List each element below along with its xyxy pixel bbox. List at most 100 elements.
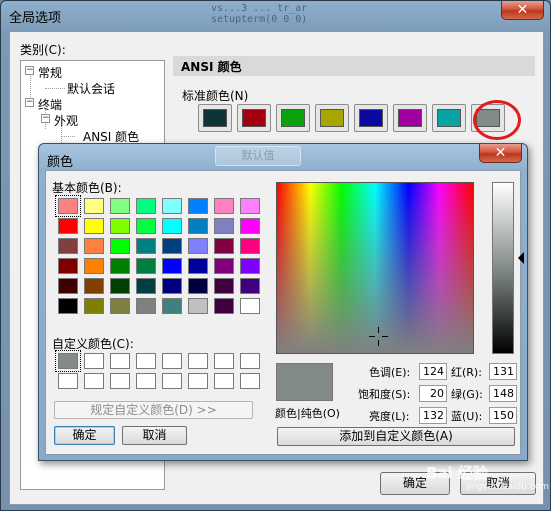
standard-color-swatch-2[interactable] <box>237 104 271 132</box>
custom-color-cell[interactable] <box>188 353 208 369</box>
basic-color-cell[interactable] <box>136 278 156 294</box>
dialog-cancel-button[interactable]: 取消 <box>122 426 187 445</box>
basic-color-cell[interactable] <box>110 258 130 274</box>
basic-color-cell[interactable] <box>188 298 208 314</box>
basic-color-cell[interactable] <box>240 298 260 314</box>
basic-color-cell[interactable] <box>188 218 208 234</box>
standard-color-swatch-5[interactable] <box>354 104 388 132</box>
swatch-fill <box>203 109 227 127</box>
custom-color-cell[interactable] <box>110 353 130 369</box>
basic-color-cell[interactable] <box>136 218 156 234</box>
green-input[interactable]: 148 <box>489 385 517 402</box>
define-custom-colors-button[interactable]: 规定自定义颜色(D) >> <box>54 401 253 419</box>
add-to-custom-colors-button[interactable]: 添加到自定义颜色(A) <box>277 427 515 446</box>
swatch-fill <box>359 109 383 127</box>
basic-color-cell[interactable] <box>55 195 81 217</box>
dialog-close-button[interactable]: ✕ <box>479 144 522 163</box>
custom-color-cell[interactable] <box>240 373 260 389</box>
custom-color-cell[interactable] <box>240 353 260 369</box>
hue-label: 色调(E): <box>369 366 411 379</box>
custom-color-cell[interactable] <box>188 373 208 389</box>
basic-color-cell[interactable] <box>84 298 104 314</box>
custom-color-cell[interactable] <box>162 353 182 369</box>
basic-color-cell[interactable] <box>214 218 234 234</box>
luminance-slider[interactable] <box>492 182 514 354</box>
standard-color-swatch-7[interactable] <box>432 104 466 132</box>
standard-color-swatch-1[interactable] <box>198 104 232 132</box>
basic-color-cell[interactable] <box>214 198 234 214</box>
basic-color-cell[interactable] <box>162 238 182 254</box>
luminance-arrow-icon[interactable] <box>518 252 524 264</box>
red-input[interactable]: 131 <box>489 363 517 380</box>
standard-colors-label: 标准颜色(N) <box>182 89 249 103</box>
collapse-icon[interactable]: − <box>41 114 50 123</box>
custom-color-cell[interactable] <box>55 350 81 372</box>
basic-color-cell[interactable] <box>162 198 182 214</box>
basic-color-cell[interactable] <box>240 198 260 214</box>
basic-color-cell[interactable] <box>240 278 260 294</box>
basic-color-cell[interactable] <box>240 258 260 274</box>
basic-color-cell[interactable] <box>110 198 130 214</box>
swatch-fill <box>320 109 344 127</box>
basic-color-cell[interactable] <box>188 238 208 254</box>
dialog-client-area: 基本颜色(B): 自定义颜色(C): 规定自定义颜色(D) >> 确定 取消 颜… <box>45 170 524 455</box>
swatch-fill <box>437 109 461 127</box>
basic-color-cell[interactable] <box>58 218 78 234</box>
custom-color-cell[interactable] <box>58 373 78 389</box>
basic-color-cell[interactable] <box>240 218 260 234</box>
basic-color-cell[interactable] <box>84 218 104 234</box>
basic-color-cell[interactable] <box>84 238 104 254</box>
basic-color-cell[interactable] <box>136 198 156 214</box>
tree-item-default-session[interactable]: 默认会话 <box>67 80 115 97</box>
basic-color-cell[interactable] <box>136 298 156 314</box>
swatch-fill <box>242 109 266 127</box>
basic-color-cell[interactable] <box>136 238 156 254</box>
collapse-icon[interactable]: − <box>25 98 34 107</box>
basic-color-cell[interactable] <box>240 238 260 254</box>
basic-color-cell[interactable] <box>110 278 130 294</box>
basic-color-cell[interactable] <box>110 218 130 234</box>
basic-color-cell[interactable] <box>58 258 78 274</box>
watermark-url: jingyan.baidu.com <box>466 482 550 492</box>
window-close-button[interactable]: ✕ <box>501 1 544 20</box>
custom-color-cell[interactable] <box>136 353 156 369</box>
basic-color-cell[interactable] <box>188 258 208 274</box>
custom-color-cell[interactable] <box>136 373 156 389</box>
custom-color-cell[interactable] <box>110 373 130 389</box>
basic-color-cell[interactable] <box>110 298 130 314</box>
standard-color-swatch-4[interactable] <box>315 104 349 132</box>
basic-color-cell[interactable] <box>162 278 182 294</box>
dialog-ok-button[interactable]: 确定 <box>54 426 115 445</box>
saturation-input[interactable]: 20 <box>419 385 447 402</box>
basic-color-cell[interactable] <box>110 238 130 254</box>
hue-input[interactable]: 124 <box>419 363 447 380</box>
basic-color-cell[interactable] <box>214 258 234 274</box>
basic-color-cell[interactable] <box>162 258 182 274</box>
basic-color-cell[interactable] <box>58 278 78 294</box>
color-spectrum[interactable] <box>276 182 474 354</box>
basic-color-cell[interactable] <box>214 298 234 314</box>
standard-color-swatch-3[interactable] <box>276 104 310 132</box>
basic-color-cell[interactable] <box>84 258 104 274</box>
basic-color-cell[interactable] <box>84 198 104 214</box>
standard-color-swatch-6[interactable] <box>393 104 427 132</box>
basic-color-cell[interactable] <box>188 198 208 214</box>
basic-color-cell[interactable] <box>58 238 78 254</box>
custom-color-cell[interactable] <box>84 353 104 369</box>
basic-color-cell[interactable] <box>84 278 104 294</box>
basic-color-cell[interactable] <box>214 278 234 294</box>
basic-color-cell[interactable] <box>214 238 234 254</box>
custom-color-cell[interactable] <box>214 353 234 369</box>
custom-color-cell[interactable] <box>162 373 182 389</box>
luminance-input[interactable]: 132 <box>419 407 447 424</box>
watermark-logo: Bai 经验 <box>426 464 488 482</box>
collapse-icon[interactable]: − <box>25 66 34 75</box>
custom-color-cell[interactable] <box>84 373 104 389</box>
basic-color-cell[interactable] <box>136 258 156 274</box>
basic-color-cell[interactable] <box>188 278 208 294</box>
basic-color-cell[interactable] <box>58 298 78 314</box>
blue-input[interactable]: 150 <box>489 407 517 424</box>
basic-color-cell[interactable] <box>162 298 182 314</box>
custom-color-cell[interactable] <box>214 373 234 389</box>
basic-color-cell[interactable] <box>162 218 182 234</box>
